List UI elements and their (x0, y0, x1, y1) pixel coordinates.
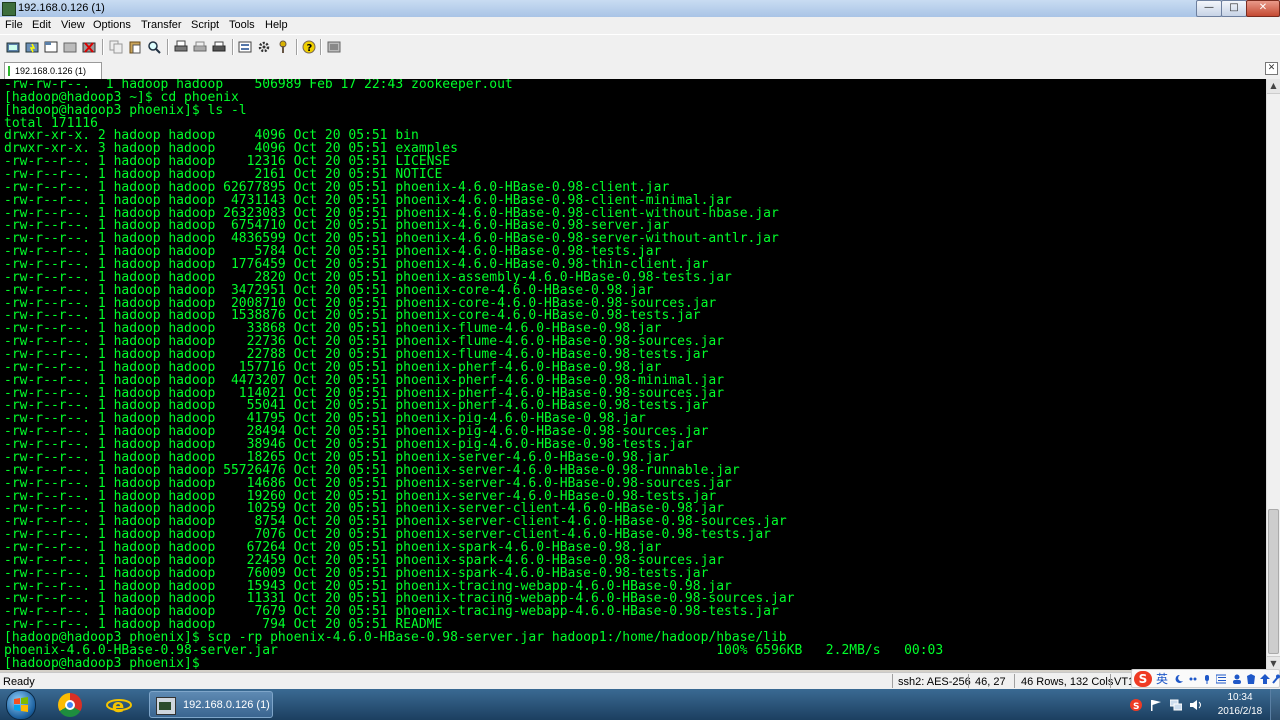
window-title-bar[interactable]: 192.168.0.126 (1) — □ ✕ (0, 0, 1280, 18)
status-terminal-size: 46 Rows, 132 Cols (1021, 676, 1114, 688)
keymap-icon[interactable] (276, 40, 290, 54)
skin-icon[interactable] (1246, 674, 1256, 684)
terminal-output[interactable]: -rw-rw-r--. 1 hadoop hadoop 506989 Feb 1… (0, 79, 1266, 670)
close-button[interactable]: ✕ (1246, 0, 1280, 17)
maximize-button[interactable]: □ (1221, 0, 1247, 17)
minimize-button[interactable]: — (1196, 0, 1222, 17)
terminal-line: [hadoop@hadoop3 phoenix]$ (4, 655, 208, 670)
menu-bar: File Edit View Options Transfer Script T… (0, 17, 1280, 34)
menu-help[interactable]: Help (265, 18, 288, 33)
status-bar: Ready ssh2: AES-256 46, 27 46 Rows, 132 … (0, 672, 1280, 690)
network-icon[interactable] (1170, 699, 1182, 711)
svg-text:e: e (112, 696, 124, 717)
menu-transfer[interactable]: Transfer (141, 18, 182, 33)
voice-icon[interactable] (1202, 674, 1212, 684)
menu-script[interactable]: Script (191, 18, 219, 33)
session-tab-label: 192.168.0.126 (1) (15, 66, 87, 76)
terminal-app-icon (156, 697, 176, 715)
clock-date[interactable]: 2016/2/18 (1212, 705, 1268, 718)
reconnect-icon[interactable] (63, 40, 77, 54)
status-cursor-position: 46, 27 (975, 676, 1006, 688)
sftp-icon[interactable] (327, 40, 341, 54)
copy-icon[interactable] (109, 40, 123, 54)
show-desktop-button[interactable] (1270, 689, 1280, 720)
session-tab-bar: 192.168.0.126 (1) (0, 60, 1280, 79)
sogou-tray-icon[interactable]: S (1130, 699, 1142, 711)
help-icon[interactable]: ? (302, 40, 316, 54)
tab-close-icon[interactable]: ✕ (1265, 62, 1278, 75)
taskbar-item-label: 192.168.0.126 (1) (183, 699, 270, 711)
keyboard-icon[interactable] (1216, 674, 1226, 684)
connect-tab-icon[interactable] (44, 40, 58, 54)
windows-logo-icon (14, 697, 28, 712)
svg-text:?: ? (307, 43, 313, 54)
terminal-line: [hadoop@hadoop3 phoenix]$ ls -l (4, 102, 247, 118)
print-setup-icon[interactable] (193, 40, 207, 54)
session-options-icon[interactable] (238, 40, 252, 54)
window-title: 192.168.0.126 (1) (18, 2, 105, 14)
start-button[interactable] (6, 690, 36, 720)
session-tab[interactable]: 192.168.0.126 (1) (4, 62, 102, 79)
flag-icon[interactable] (1150, 699, 1162, 711)
taskbar-item-securecrt[interactable]: 192.168.0.126 (1) (149, 691, 273, 718)
menu-file[interactable]: File (5, 18, 23, 33)
windows-taskbar: e 192.168.0.126 (1) S 10:34 2016/2/18 (0, 689, 1280, 720)
disconnect-icon[interactable] (82, 40, 96, 54)
paste-icon[interactable] (128, 40, 142, 54)
volume-icon[interactable] (1190, 699, 1202, 711)
print-icon[interactable] (174, 40, 188, 54)
sogou-ime-icon[interactable]: S (1134, 671, 1152, 687)
terminal-scrollbar[interactable]: ▲ ▼ (1266, 79, 1280, 671)
menu-view[interactable]: View (61, 18, 85, 33)
toolbar: ? (0, 34, 1280, 61)
menu-options[interactable]: Options (93, 18, 131, 33)
print-screen-icon[interactable] (212, 40, 226, 54)
connected-status-indicator (8, 66, 10, 76)
securecrt-app-icon (2, 2, 16, 16)
menu-tools[interactable]: Tools (229, 18, 255, 33)
status-cipher: ssh2: AES-256 (898, 676, 971, 688)
svg-text:S: S (1133, 702, 1139, 711)
ime-language-toggle[interactable]: 英 (1156, 671, 1168, 687)
punctuation-icon[interactable] (1188, 674, 1198, 684)
clock-time[interactable]: 10:34 (1224, 691, 1256, 704)
find-icon[interactable] (147, 40, 161, 54)
chrome-icon[interactable] (58, 693, 82, 717)
upload-icon[interactable] (1260, 674, 1270, 684)
global-options-icon[interactable] (257, 40, 271, 54)
user-icon[interactable] (1232, 674, 1242, 684)
status-ready: Ready (3, 676, 35, 688)
connect-icon[interactable] (6, 40, 20, 54)
wrench-icon[interactable] (1272, 674, 1280, 684)
ime-toolbar[interactable]: S 英 (1131, 669, 1280, 688)
terminal-lines: -rw-rw-r--. 1 hadoop hadoop 506989 Feb 1… (4, 79, 943, 670)
menu-edit[interactable]: Edit (32, 18, 51, 33)
moon-icon[interactable] (1174, 674, 1184, 684)
browser-e-icon[interactable]: e (106, 693, 132, 717)
scroll-up-arrow-icon[interactable]: ▲ (1267, 79, 1280, 94)
scrollbar-thumb[interactable] (1268, 509, 1279, 654)
quick-connect-icon[interactable] (25, 40, 39, 54)
